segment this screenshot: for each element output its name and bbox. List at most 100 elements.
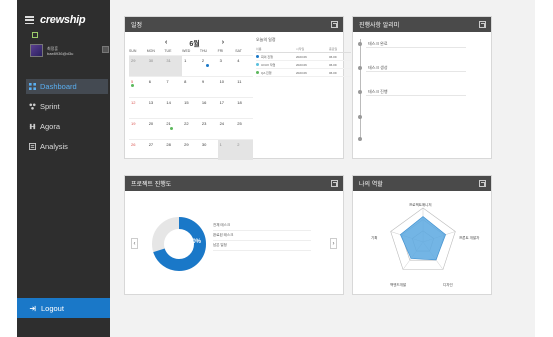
divider xyxy=(366,47,466,48)
schedule-dot xyxy=(256,55,259,58)
prev-project-button[interactable]: ‹ xyxy=(131,238,138,249)
profile-text: 최정훈 bae8936@d3u xyxy=(47,46,73,56)
timeline-item xyxy=(358,137,362,141)
calendar-day[interactable]: 18 xyxy=(235,98,253,118)
expand-icon[interactable] xyxy=(479,180,486,187)
calendar-day[interactable]: 17 xyxy=(218,98,236,118)
timeline-dot xyxy=(358,66,362,70)
column-header: 시작일 xyxy=(296,47,305,51)
divider xyxy=(366,71,466,72)
expand-icon[interactable] xyxy=(331,21,338,28)
sidebar-item-agora[interactable]: Agora xyxy=(26,119,108,134)
calendar-day[interactable]: 27 xyxy=(147,140,165,160)
calendar-day[interactable]: 5 xyxy=(129,77,147,97)
timeline: 태스크 완료 태스크 생성 태스크 진행 xyxy=(358,39,470,141)
logout-button[interactable]: Logout xyxy=(17,298,110,318)
calendar-day[interactable]: 7 xyxy=(164,77,182,97)
next-project-button[interactable]: › xyxy=(330,238,337,249)
timeline-dot xyxy=(358,42,362,46)
calendar-day[interactable]: 4 xyxy=(235,56,253,76)
calendar-day[interactable]: 13 xyxy=(147,98,165,118)
timeline-dot xyxy=(358,90,362,94)
calendar-day[interactable]: 14 xyxy=(164,98,182,118)
radar-axis-label: 백엔드개발 xyxy=(390,283,407,287)
hamburger-icon[interactable] xyxy=(25,16,34,24)
calendar-day[interactable]: 2 xyxy=(200,56,218,76)
calendar-day[interactable]: 2 xyxy=(235,140,253,160)
radar-axis-label: 프론트 개발자 xyxy=(459,236,480,240)
calendar-day[interactable]: 1 xyxy=(217,140,236,160)
edit-icon[interactable] xyxy=(32,32,38,38)
schedule-name: 회의 진행 xyxy=(261,54,273,59)
calendar-day[interactable]: 6 xyxy=(147,77,165,97)
radar-axis-label: 기획 xyxy=(371,236,378,240)
next-month-button[interactable]: › xyxy=(222,39,224,49)
legend-item: 완료된 태스크 xyxy=(213,231,311,241)
weekday-label: WED xyxy=(182,49,191,53)
sidebar-item-dashboard[interactable]: Dashboard xyxy=(26,79,108,94)
avatar[interactable] xyxy=(30,44,43,57)
my-role-card: 나의 역할 프로젝트매니저 프론트 개발자 디자인 백엔드개발 기획 xyxy=(352,175,492,295)
calendar-day[interactable]: 30 xyxy=(146,56,165,76)
calendar-day[interactable]: 3 xyxy=(218,56,236,76)
schedule-row[interactable]: 회의 진행 2023.06 06.09 xyxy=(256,53,351,61)
sidebar-item-label: Sprint xyxy=(40,102,60,111)
calendar-day[interactable]: 12 xyxy=(129,98,147,118)
calendar-day[interactable]: 8 xyxy=(182,77,200,97)
calendar-day[interactable]: 23 xyxy=(200,119,218,139)
schedule-end: 06.09 xyxy=(329,70,337,75)
calendar-day[interactable]: 20 xyxy=(147,119,165,139)
schedule-dot xyxy=(256,63,259,66)
calendar-day[interactable]: 24 xyxy=(218,119,236,139)
weekday-label: TUE xyxy=(164,49,172,53)
donut-percent-label: 70% xyxy=(189,239,202,245)
schedule-title: 오늘의 일정 xyxy=(256,37,276,42)
calendar-day[interactable]: 19 xyxy=(129,119,147,139)
schedule-row[interactable]: UI/UX 작업 2023.06 06.09 xyxy=(256,61,351,69)
calendar-day[interactable]: 9 xyxy=(200,77,218,97)
calendar-day[interactable]: 1 xyxy=(182,56,200,76)
weekday-label: FRI xyxy=(217,49,224,53)
schedule-row[interactable]: QA 진행 2023.06 06.09 xyxy=(256,69,351,77)
prev-month-button[interactable]: ‹ xyxy=(165,39,167,49)
calendar-day[interactable]: 21 xyxy=(164,119,182,139)
calendar-day[interactable]: 29 xyxy=(182,140,200,160)
calendar-day[interactable]: 10 xyxy=(218,77,236,97)
agora-icon xyxy=(29,123,36,130)
sprint-icon xyxy=(29,103,36,110)
sidebar-nav: Dashboard Sprint Agora Analysis xyxy=(26,79,108,159)
calendar-day[interactable]: 29 xyxy=(129,56,147,76)
timeline-dot xyxy=(358,115,362,119)
event-dot xyxy=(205,64,209,67)
logout-icon xyxy=(29,305,36,311)
calendar-grid: SUN MON TUE WED THU FRI SAT 29 30 31 1 2 3 4 5 6… xyxy=(129,49,253,160)
calendar-week-row: 26 27 28 29 30 1 2 xyxy=(129,139,253,160)
timeline-dot xyxy=(358,137,362,141)
radar-axis-label: 디자인 xyxy=(443,283,453,287)
calendar-day[interactable]: 22 xyxy=(182,119,200,139)
calendar-day[interactable]: 25 xyxy=(235,119,253,139)
weekday-label: THU xyxy=(199,49,208,53)
schedule-start: 2023.06 xyxy=(296,70,307,75)
profile-menu-button[interactable] xyxy=(102,46,109,53)
calendar-day[interactable]: 26 xyxy=(129,140,147,160)
project-progress-card: 프로젝트 진행도 ‹ › 70% 전체 태스크 완료된 태스크 남은 일정 xyxy=(124,175,344,295)
month-navigator: ‹ 6월 › xyxy=(165,39,224,49)
calendar-day[interactable]: 15 xyxy=(182,98,200,118)
schedule-dot xyxy=(256,71,259,74)
calendar-day[interactable]: 31 xyxy=(164,56,183,76)
sidebar-item-sprint[interactable]: Sprint xyxy=(26,99,108,114)
radar-axis-label: 프로젝트매니저 xyxy=(409,203,432,207)
progress-notifier-card: 진행사항 알리미 태스크 완료 태스크 생성 태스크 진행 xyxy=(352,16,492,159)
calendar-card-header: 일정 xyxy=(125,17,343,32)
expand-icon[interactable] xyxy=(331,180,338,187)
chevron-right-icon: › xyxy=(332,240,335,247)
sidebar-item-label: Dashboard xyxy=(40,82,77,91)
expand-icon[interactable] xyxy=(479,21,486,28)
sidebar-item-analysis[interactable]: Analysis xyxy=(26,139,108,154)
schedule-start: 2023.06 xyxy=(296,62,307,67)
calendar-day[interactable]: 30 xyxy=(200,140,218,160)
calendar-day[interactable]: 28 xyxy=(164,140,182,160)
calendar-day[interactable]: 16 xyxy=(200,98,218,118)
calendar-day[interactable]: 11 xyxy=(235,77,253,97)
